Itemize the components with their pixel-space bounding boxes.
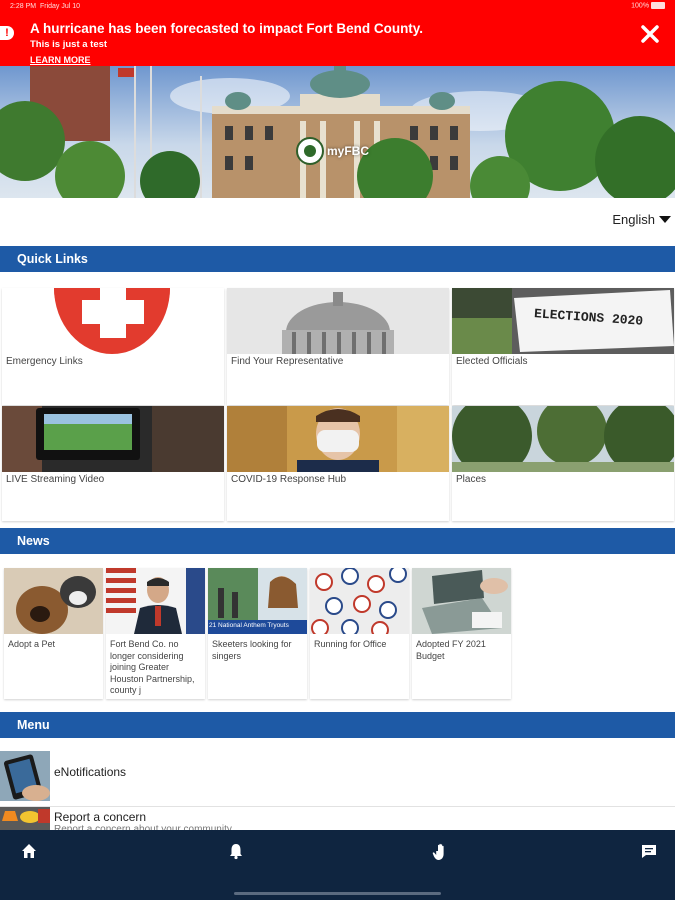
phone-hand-image xyxy=(0,751,50,801)
chat-icon[interactable] xyxy=(640,842,658,860)
bottom-nav xyxy=(0,830,675,900)
quick-link-label: Emergency Links xyxy=(6,356,83,367)
vote-buttons-image xyxy=(310,568,409,634)
tryouts-caption: 21 National Anthem Tryouts xyxy=(209,622,289,629)
quick-links-header: Quick Links xyxy=(0,246,675,272)
camera-screen-image xyxy=(2,406,224,472)
news-card-fort-bend[interactable]: Fort Bend Co. no longer considering join… xyxy=(106,568,205,699)
elections-2020-image: ELECTIONS 2020 xyxy=(452,288,674,354)
quick-link-representative[interactable]: Find Your Representative xyxy=(227,288,449,405)
news-label: Skeeters looking for singers xyxy=(212,639,292,661)
news-card-running-office[interactable]: Running for Office xyxy=(310,568,409,699)
home-icon[interactable] xyxy=(20,842,38,860)
status-time: 2:28 PM xyxy=(10,2,37,10)
capitol-dome-image xyxy=(227,288,449,354)
battery-icon xyxy=(651,2,665,10)
quick-link-label: Elected Officials xyxy=(456,356,528,367)
alert-banner: ! A hurricane has been forecasted to imp… xyxy=(0,12,675,66)
alert-subtitle: This is just a test xyxy=(30,39,108,50)
news-label: Adopt a Pet xyxy=(8,639,56,649)
myfbc-logo: myFBC xyxy=(296,137,369,165)
news-label: Adopted FY 2021 Budget xyxy=(416,639,486,661)
quick-link-places[interactable]: Places xyxy=(452,406,674,521)
dog-cat-image xyxy=(4,568,103,634)
menu-header: Menu xyxy=(0,712,675,738)
status-date: Friday Jul 10 xyxy=(39,2,81,10)
quick-link-label: COVID-19 Response Hub xyxy=(231,474,347,485)
quick-link-emergency[interactable]: Emergency Links xyxy=(2,288,224,405)
status-battery: 100% xyxy=(631,2,665,10)
menu-item-title: Report a concern xyxy=(54,810,147,824)
hero-image: myFBC xyxy=(0,66,675,198)
official-podium-image xyxy=(106,568,205,634)
news-label: Fort Bend Co. no longer considering join… xyxy=(110,639,195,695)
close-icon[interactable] xyxy=(639,23,661,45)
masked-man-image xyxy=(227,406,449,472)
news-card-adopt-pet[interactable]: Adopt a Pet xyxy=(4,568,103,699)
news-card-skeeters[interactable]: 21 National Anthem Tryouts Skeeters look… xyxy=(208,568,307,699)
learn-more-link[interactable]: LEARN MORE xyxy=(30,55,91,65)
park-trees-image xyxy=(452,406,674,472)
quick-link-elected-officials[interactable]: ELECTIONS 2020 Elected Officials xyxy=(452,288,674,405)
alert-title: A hurricane has been forecasted to impac… xyxy=(30,21,424,36)
menu-item-enotifications[interactable]: eNotifications xyxy=(0,751,675,807)
quick-link-label: Places xyxy=(456,474,487,485)
alert-icon: ! xyxy=(0,26,14,40)
laptop-hands-image xyxy=(412,568,511,634)
anthem-tryouts-image: 21 National Anthem Tryouts xyxy=(208,568,307,634)
courthouse-illustration xyxy=(0,66,675,198)
home-indicator xyxy=(234,892,441,895)
news-card-budget[interactable]: Adopted FY 2021 Budget xyxy=(412,568,511,699)
news-header: News xyxy=(0,528,675,554)
language-selector[interactable]: English xyxy=(612,212,671,227)
seal-icon xyxy=(296,137,324,165)
status-bar: 2:28 PM Friday Jul 10 100% xyxy=(0,0,675,12)
quick-link-label: Find Your Representative xyxy=(231,356,344,367)
hand-icon[interactable] xyxy=(432,842,452,862)
battery-percent: 100% xyxy=(631,2,650,10)
logo-text: myFBC xyxy=(327,144,370,158)
quick-link-covid[interactable]: COVID-19 Response Hub xyxy=(227,406,449,521)
menu-item-title: eNotifications xyxy=(54,765,127,779)
emergency-cross-image xyxy=(2,288,224,354)
quick-link-live-streaming[interactable]: LIVE Streaming Video xyxy=(2,406,224,521)
status-time-date: 2:28 PM Friday Jul 10 xyxy=(10,3,80,10)
bell-icon[interactable] xyxy=(227,842,245,860)
quick-link-label: LIVE Streaming Video xyxy=(6,474,105,485)
language-label: English xyxy=(612,212,655,227)
news-label: Running for Office xyxy=(314,639,387,649)
caret-down-icon xyxy=(659,215,671,223)
